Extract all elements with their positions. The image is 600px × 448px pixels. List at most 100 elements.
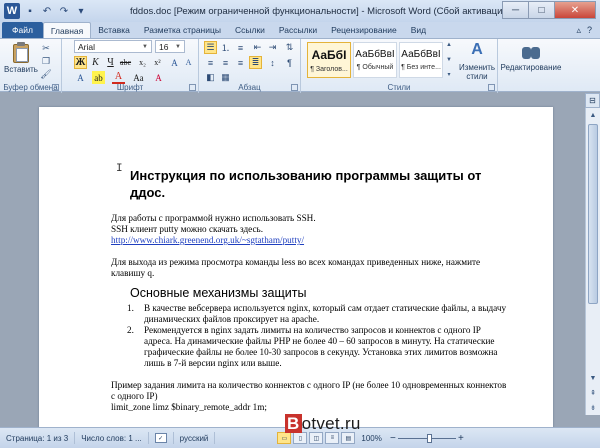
next-page-icon[interactable]: ⇟	[586, 401, 600, 415]
show-marks-icon[interactable]: ¶	[283, 56, 296, 69]
grow-font-icon[interactable]: A	[168, 56, 181, 69]
font-launcher-icon[interactable]	[189, 84, 196, 91]
paste-label: Вставить	[4, 65, 38, 74]
styles-launcher-icon[interactable]	[488, 84, 495, 91]
style-normal-name: ¶ Обычный	[356, 64, 394, 71]
close-button[interactable]: ✕	[554, 1, 596, 19]
numbering-icon[interactable]: ⒈	[219, 41, 232, 54]
maximize-button[interactable]: □	[528, 1, 554, 19]
subscript-icon[interactable]: x₂	[136, 56, 149, 69]
minimize-button[interactable]: ─	[502, 1, 528, 19]
styles-more-icon[interactable]: ▾	[447, 71, 450, 78]
format-painter-icon[interactable]: 🖌	[40, 69, 52, 79]
zoom-level[interactable]: 100%	[361, 434, 381, 443]
language[interactable]: русский	[174, 432, 216, 444]
font-size-select[interactable]: 16 ▼	[155, 40, 185, 53]
spelling-status[interactable]: ✓	[149, 432, 174, 444]
align-center-icon[interactable]: ≡	[219, 56, 232, 69]
list-item: 2. Рекомендуется в nginx задать лимиты н…	[127, 325, 511, 369]
putty-link[interactable]: http://www.chiark.greenend.org.uk/~sgtat…	[111, 235, 511, 246]
save-icon[interactable]: ▪	[23, 4, 37, 18]
tab-mailings[interactable]: Рассылки	[272, 22, 324, 38]
superscript-icon[interactable]: x²	[151, 56, 164, 69]
shrink-font-icon[interactable]: A	[182, 56, 195, 69]
change-styles-button[interactable]: A Изменить стили	[457, 41, 497, 81]
tab-review[interactable]: Рецензирование	[324, 22, 404, 38]
copy-icon[interactable]: ❐	[40, 56, 52, 66]
decrease-indent-icon[interactable]: ⇤	[251, 41, 264, 54]
cut-icon[interactable]: ✂	[40, 43, 52, 53]
zoom-slider[interactable]: − +	[388, 432, 466, 444]
styles-up-icon[interactable]: ▲	[446, 42, 452, 48]
strikethrough-icon[interactable]: abc	[119, 56, 132, 69]
vertical-scrollbar[interactable]: ▲ ▼ ⇞ ⇟	[585, 108, 600, 415]
underline-icon[interactable]: Ч	[104, 56, 117, 69]
style-no-spacing-sample: АаБбВвІ	[401, 49, 441, 60]
bullets-icon[interactable]: ☰	[204, 41, 217, 54]
bold-active-icon[interactable]: Ж	[74, 56, 87, 69]
styles-scroll[interactable]: ▲ ▼ ▾	[444, 42, 454, 78]
clipboard-group: Вставить ✂ ❐ 🖌 Буфер обмена	[0, 39, 62, 93]
tab-view[interactable]: Вид	[404, 22, 433, 38]
font-size-dropdown-icon: ▼	[175, 43, 181, 50]
align-left-icon[interactable]: ≡	[204, 56, 217, 69]
document-page[interactable]: I Инструкция по использованию программы …	[39, 107, 553, 427]
tab-references[interactable]: Ссылки	[228, 22, 272, 38]
scroll-thumb[interactable]	[588, 124, 598, 304]
justify-icon[interactable]: ≣	[249, 56, 262, 69]
clipboard-small-buttons: ✂ ❐ 🖌	[40, 43, 52, 79]
italic-icon[interactable]: К	[89, 56, 102, 69]
document-area: I Инструкция по использованию программы …	[0, 93, 585, 427]
font-name-value: Arial	[78, 41, 96, 52]
style-heading[interactable]: АаБбІ ¶ Заголов...	[307, 42, 351, 78]
tab-right-controls: ▵ ?	[576, 22, 600, 38]
scroll-down-icon[interactable]: ▼	[586, 371, 600, 385]
undo-icon[interactable]: ↶	[40, 4, 54, 18]
tab-home[interactable]: Главная	[42, 22, 92, 38]
page-count[interactable]: Страница: 1 из 3	[0, 432, 76, 444]
example-text: Пример задания лимита на количество конн…	[111, 380, 507, 401]
zoom-track[interactable]	[397, 433, 456, 443]
redo-icon[interactable]: ↷	[57, 4, 71, 18]
paragraph-group-label: Абзац	[238, 83, 261, 92]
scroll-up-icon[interactable]: ▲	[586, 108, 600, 122]
list-item-text: В качестве вебсервера используется nginx…	[144, 303, 507, 324]
word-logo-icon[interactable]: W	[4, 3, 20, 19]
tab-file[interactable]: Файл	[2, 22, 43, 38]
zoom-knob[interactable]	[426, 433, 432, 443]
document-heading: Инструкция по использованию программы за…	[130, 168, 482, 200]
editing-label: Редактирование	[500, 63, 562, 72]
title-bar: W ▪ ↶ ↷ ▾ fddos.doc [Режим ограниченной …	[0, 0, 600, 22]
style-heading-sample: АаБбІ	[311, 47, 347, 62]
styles-down-icon[interactable]: ▼	[446, 57, 452, 63]
font-group: Arial▼ 16▼ Ж Ж К Ч abc x₂ x² A A A ab A …	[62, 39, 199, 93]
window-title: fddos.doc [Режим ограниченной функционал…	[130, 5, 502, 17]
zoom-out-icon[interactable]: −	[388, 433, 398, 444]
multilevel-list-icon[interactable]: ≡	[234, 41, 247, 54]
style-heading-name: ¶ Заголов...	[310, 65, 348, 73]
zoom-in-icon[interactable]: +	[456, 433, 466, 444]
paragraph-group: ☰ ⒈ ≡ ⇤ ⇥ ≡ ≡ ≡ ≣ ↕ ⇅ ¶ ◧ ▦ Абзац	[199, 39, 301, 93]
style-no-spacing[interactable]: АаБбВвІ ¶ Без инте...	[399, 42, 443, 78]
styles-group-label: Стили	[387, 83, 411, 92]
line-spacing-icon[interactable]: ↕	[266, 56, 279, 69]
editing-button[interactable]: Редактирование	[500, 41, 562, 72]
paste-button[interactable]: Вставить	[4, 42, 38, 78]
font-name-select[interactable]: Arial ▼	[74, 40, 152, 53]
minimize-ribbon-icon[interactable]: ▵	[576, 25, 581, 36]
page-content[interactable]: Инструкция по использованию программы за…	[111, 167, 511, 413]
tab-insert[interactable]: Вставка	[91, 22, 137, 38]
help-icon[interactable]: ?	[587, 25, 592, 35]
clipboard-launcher-icon[interactable]	[52, 84, 59, 91]
customize-qat-icon[interactable]: ▾	[74, 4, 88, 18]
paragraph-launcher-icon[interactable]	[291, 84, 298, 91]
sort-icon[interactable]: ⇅	[283, 41, 296, 54]
increase-indent-icon[interactable]: ⇥	[266, 41, 279, 54]
style-normal[interactable]: АаБбВвІ ¶ Обычный	[353, 42, 397, 78]
previous-page-icon[interactable]: ⇞	[586, 386, 600, 400]
align-right-icon[interactable]: ≡	[234, 56, 247, 69]
intro-line-2: SSH клиент putty можно скачать здесь.	[111, 224, 264, 234]
view-ruler-icon[interactable]: ⊟	[585, 93, 600, 108]
tab-page-layout[interactable]: Разметка страницы	[137, 22, 228, 38]
word-count[interactable]: Число слов: 1 ...	[75, 432, 149, 444]
